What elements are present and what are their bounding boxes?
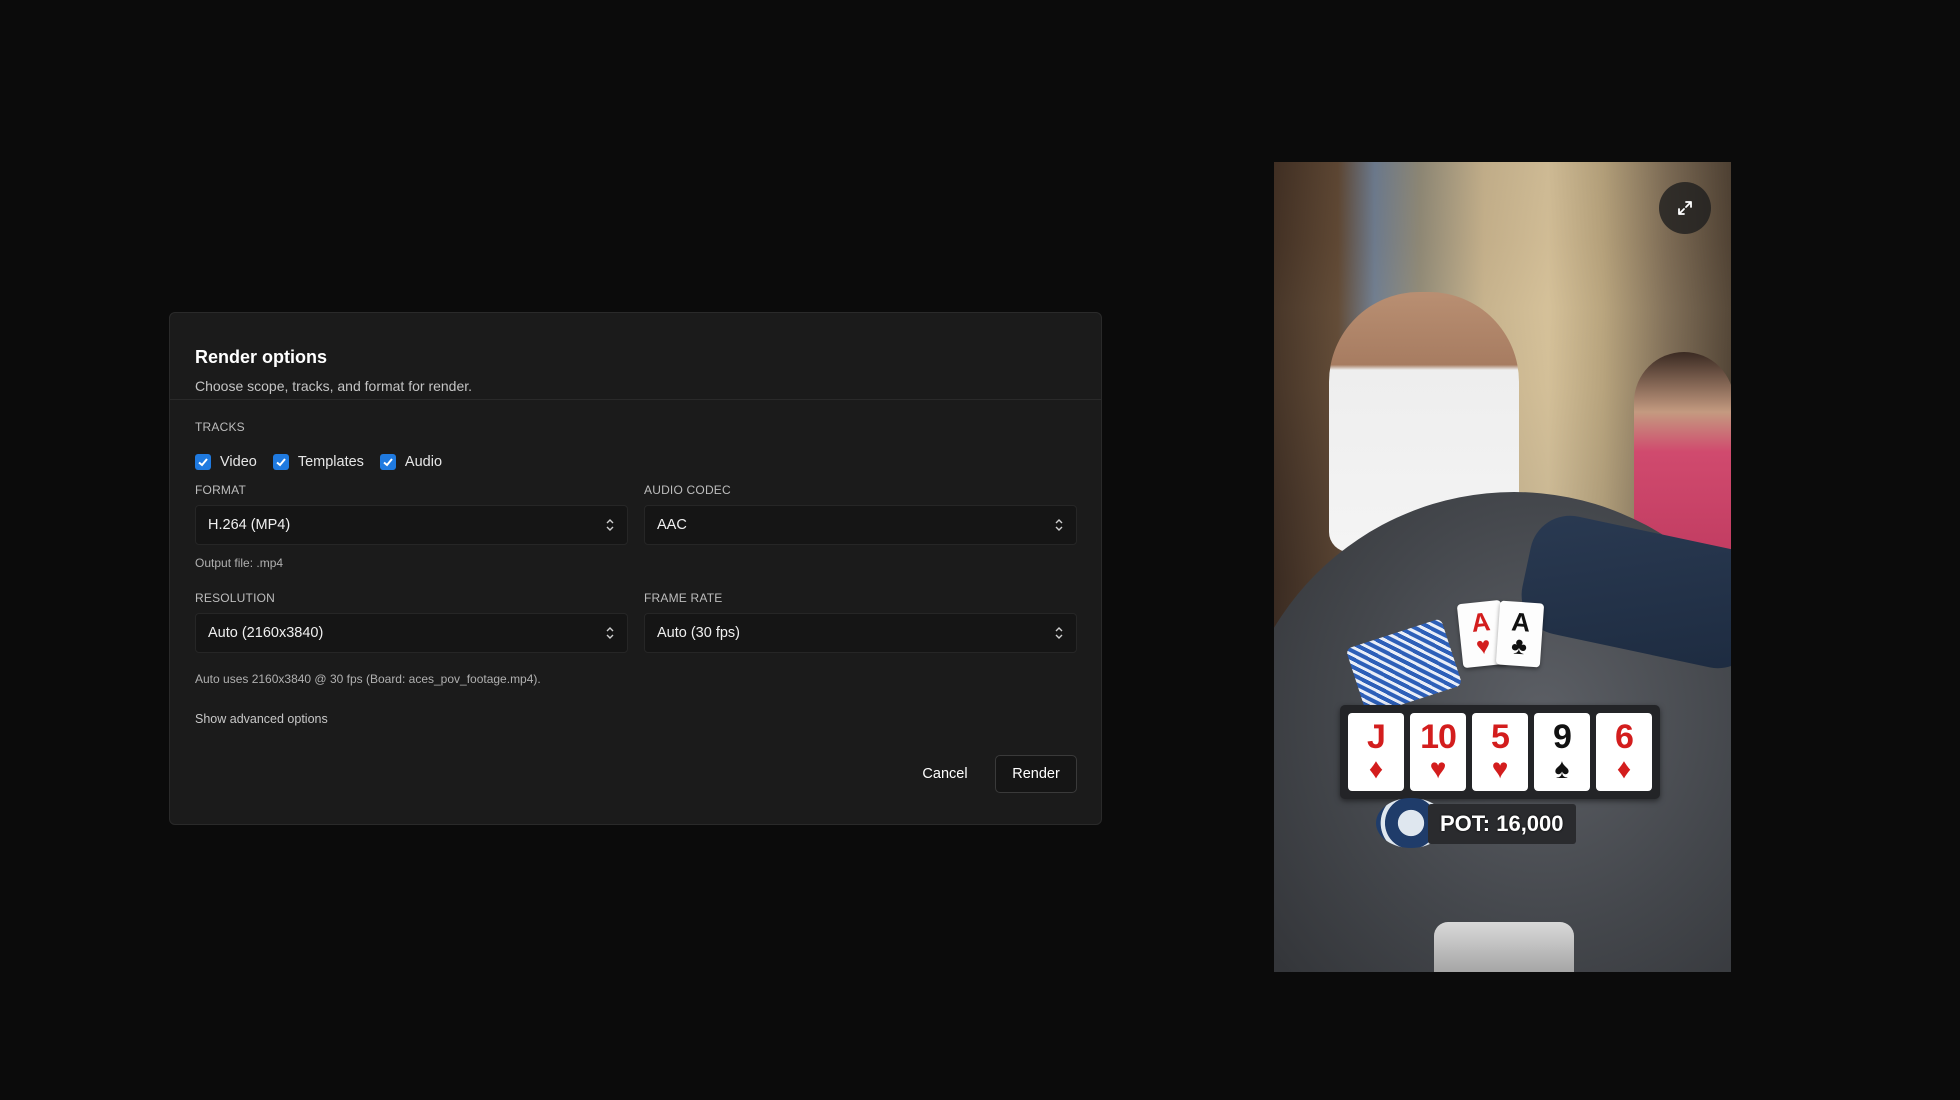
checkmark-icon [379,454,396,470]
format-value: H.264 (MP4) [208,517,291,533]
board-card: J ♦ [1348,713,1404,791]
card-rank: 6 [1615,718,1634,756]
expand-icon [1675,198,1695,218]
card-suit: ♥ [1429,753,1447,784]
track-templates-checkbox[interactable]: Templates [272,454,364,470]
audio-codec-value: AAC [657,517,687,533]
board-card: 10 ♥ [1410,713,1466,791]
auto-hint: Auto uses 2160x3840 @ 30 fps (Board: ace… [195,672,541,686]
track-audio-label: Audio [404,454,443,470]
resolution-select[interactable]: Auto (2160x3840) [195,613,628,653]
frame-rate-select[interactable]: Auto (30 fps) [644,613,1077,653]
card-rank: 9 [1553,718,1572,756]
format-hint: Output file: .mp4 [195,556,284,570]
tracks-label: TRACKS [195,420,245,434]
resolution-label: RESOLUTION [195,591,276,605]
card-rank: J [1367,718,1386,756]
format-label: FORMAT [195,483,246,497]
expand-button[interactable] [1659,182,1711,234]
card-suit: ♥ [1491,753,1509,784]
board-card: 6 ♦ [1596,713,1652,791]
hole-card: A ♣ [1495,600,1545,668]
audio-codec-label: AUDIO CODEC [644,483,731,497]
render-options-dialog: Render options Choose scope, tracks, and… [169,312,1102,825]
card-suit: ♦ [1368,753,1384,784]
format-select[interactable]: H.264 (MP4) [195,505,628,545]
checkmark-icon [195,454,211,470]
chevron-updown-icon [1054,626,1064,640]
chevron-updown-icon [605,626,615,640]
audio-codec-select[interactable]: AAC [644,505,1077,545]
dialog-title: Render options [195,347,328,367]
frame-rate-label: FRAME RATE [644,591,723,605]
board-card: 5 ♥ [1472,713,1528,791]
card-suit: ♦ [1616,753,1632,784]
preview-camera-mount [1434,922,1574,972]
chevron-updown-icon [605,518,615,532]
checkmark-icon [272,454,289,470]
render-button[interactable]: Render [995,755,1077,793]
dialog-subtitle: Choose scope, tracks, and format for ren… [195,378,473,394]
frame-rate-value: Auto (30 fps) [657,625,741,641]
cancel-button[interactable]: Cancel [909,755,981,793]
pot-label: POT: 16,000 [1428,804,1576,844]
preview-player [1634,352,1731,552]
dialog-header: Render options Choose scope, tracks, and… [170,313,1101,400]
card-suit: ♥ [1474,632,1492,661]
track-video-checkbox[interactable]: Video [195,454,257,470]
tracks-checkboxes: Video Templates Audio [195,454,458,470]
card-suit: ♠ [1554,753,1570,784]
board-cards-overlay: J ♦ 10 ♥ 5 ♥ 9 ♠ 6 ♦ [1340,705,1660,799]
track-video-label: Video [220,454,257,470]
resolution-value: Auto (2160x3840) [208,625,324,641]
board-card: 9 ♠ [1534,713,1590,791]
card-rank: 10 [1420,718,1457,756]
video-preview: A ♥ A ♣ J ♦ 10 ♥ 5 ♥ 9 ♠ 6 ♦ POT: 16,000 [1274,162,1731,972]
card-suit: ♣ [1510,632,1528,661]
chevron-updown-icon [1054,518,1064,532]
track-templates-label: Templates [297,454,364,470]
track-audio-checkbox[interactable]: Audio [379,454,443,470]
show-advanced-options-link[interactable]: Show advanced options [195,712,328,726]
card-rank: 5 [1491,718,1510,756]
